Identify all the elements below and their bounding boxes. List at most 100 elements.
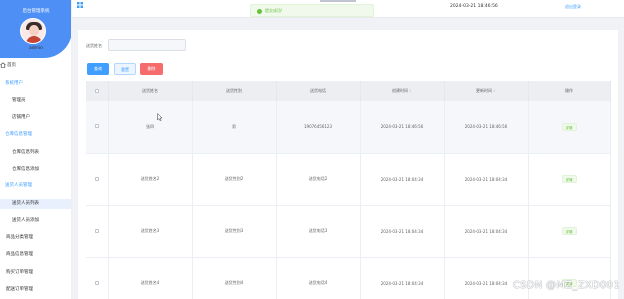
sidebar-item-label: 送货人员管理 bbox=[5, 183, 32, 188]
header-created-label: 创建时间 bbox=[392, 88, 409, 93]
sidebar-item-10[interactable]: 商品分类管理 bbox=[0, 233, 71, 243]
sidebar-item-label: 管理员 bbox=[12, 98, 26, 103]
cell-gender: 男 bbox=[192, 101, 277, 154]
sidebar-item-label: 首页 bbox=[7, 63, 16, 68]
cell-name: 送货姓名3 bbox=[108, 205, 193, 258]
table-body: 张四男 19076456123 2024-03-21 18:46:56 2024-03… bbox=[86, 101, 611, 299]
select-all-cell[interactable] bbox=[86, 81, 109, 101]
table-row[interactable]: 送货姓名2 送货性别2 送货电话2 2024-03-21 18:04:34 2024-0… bbox=[86, 153, 611, 206]
cell-phone: 送货电话2 bbox=[276, 153, 361, 206]
reset-button[interactable]: 重置 bbox=[114, 63, 136, 75]
sort-icon[interactable]: ⇕ bbox=[493, 89, 496, 93]
sidebar-item-11[interactable]: 商品信息管理 bbox=[0, 250, 71, 260]
row-select-cell[interactable] bbox=[86, 205, 109, 258]
sort-icon[interactable]: ⇕ bbox=[409, 89, 412, 93]
mouse-cursor-icon bbox=[157, 113, 163, 121]
cell-created: 2024-03-21 18:04:34 bbox=[360, 257, 445, 299]
detail-button[interactable]: 详情 bbox=[561, 227, 577, 235]
delivery-staff-table: 送货姓名 送货性别 送货电话 创建时间⇕ 更新时间⇕ 操作 张四男 1907645… bbox=[86, 81, 611, 299]
sidebar-item-0[interactable]: 首页 bbox=[0, 61, 71, 71]
sidebar: 后台管理系统 admin 首页系统用户管理员店铺用户仓库信息管理仓库信息列表 仓库… bbox=[0, 0, 72, 299]
sidebar-item-3[interactable]: 店铺用户 bbox=[0, 113, 71, 123]
home-icon bbox=[0, 61, 6, 68]
sidebar-item-label: 系统用户 bbox=[5, 81, 23, 86]
header-created[interactable]: 创建时间⇕ bbox=[360, 81, 445, 101]
cell-action: 详情 bbox=[528, 257, 611, 299]
cell-updated: 2024-03-21 18:04:34 bbox=[444, 153, 529, 206]
search-button[interactable]: 查询 bbox=[87, 63, 109, 75]
cell-name: 送货姓名2 bbox=[108, 153, 193, 206]
cell-action: 详情 bbox=[528, 101, 611, 154]
row-select-cell[interactable] bbox=[86, 153, 109, 206]
sidebar-item-9[interactable]: 送货人员添加 bbox=[0, 216, 71, 226]
success-toast: 提交成功! bbox=[250, 4, 374, 17]
cell-phone: 19076456123 bbox=[276, 101, 361, 154]
header-updated-label: 更新时间 bbox=[476, 88, 493, 93]
app-title: 后台管理系统 bbox=[22, 9, 50, 14]
sidebar-item-label: 商品信息管理 bbox=[6, 252, 33, 257]
header-name: 送货姓名 bbox=[108, 81, 193, 101]
cell-gender: 送货性别4 bbox=[192, 257, 277, 299]
watermark: CSDN @MZ_ZXD001 bbox=[512, 280, 620, 291]
current-datetime: 2024-03-21 18:46:56 bbox=[450, 4, 498, 9]
sidebar-item-7[interactable]: 送货人员管理 bbox=[0, 181, 71, 191]
cell-created: 2024-03-21 18:46:56 bbox=[360, 101, 445, 154]
cell-action: 详情 bbox=[528, 153, 611, 206]
select-all-checkbox[interactable] bbox=[94, 88, 99, 93]
logout-link[interactable]: 退出登录 bbox=[565, 4, 581, 10]
avatar[interactable] bbox=[20, 18, 46, 44]
sidebar-item-label: 商品分类管理 bbox=[6, 235, 33, 240]
cell-updated: 2024-03-21 18:04:34 bbox=[444, 257, 529, 299]
table-row[interactable]: 张四男 19076456123 2024-03-21 18:46:56 2024-03… bbox=[86, 101, 611, 154]
sidebar-item-label: 配送订单管理 bbox=[6, 287, 33, 292]
sidebar-item-6[interactable]: 仓库信息添加 bbox=[0, 165, 71, 175]
row-checkbox[interactable] bbox=[94, 176, 99, 181]
sidebar-item-label: 仓库信息管理 bbox=[5, 132, 32, 137]
row-checkbox[interactable] bbox=[94, 280, 99, 285]
row-checkbox[interactable] bbox=[94, 124, 99, 129]
detail-button[interactable]: 详情 bbox=[561, 122, 577, 131]
cell-phone: 送货电话3 bbox=[276, 205, 361, 258]
sidebar-item-8[interactable]: 送货人员列表 bbox=[0, 199, 71, 209]
header-phone: 送货电话 bbox=[276, 81, 361, 101]
detail-button[interactable]: 详情 bbox=[561, 175, 577, 183]
table-header-row: 送货姓名 送货性别 送货电话 创建时间⇕ 更新时间⇕ 操作 bbox=[86, 81, 611, 101]
sidebar-item-4[interactable]: 仓库信息管理 bbox=[0, 130, 71, 140]
sidebar-item-2[interactable]: 管理员 bbox=[0, 96, 71, 106]
cell-gender: 送货性别2 bbox=[192, 153, 277, 206]
table-row[interactable]: 送货姓名4 送货性别4 送货电话4 2024-03-21 18:04:34 2024-0… bbox=[86, 257, 611, 299]
delete-button[interactable]: 删除 bbox=[140, 63, 163, 75]
header-updated[interactable]: 更新时间⇕ bbox=[444, 81, 529, 101]
cell-created: 2024-03-21 18:04:34 bbox=[360, 205, 445, 258]
cell-gender: 送货性别3 bbox=[192, 205, 277, 258]
name-search-input[interactable] bbox=[108, 39, 186, 51]
table-row[interactable]: 送货姓名3 送货性别3 送货电话3 2024-03-21 18:04:34 2024-0… bbox=[86, 205, 611, 258]
cell-name: 张四 bbox=[108, 101, 193, 154]
toast-message: 提交成功! bbox=[265, 8, 283, 13]
header-action: 操作 bbox=[528, 81, 611, 101]
sidebar-item-label: 仓库信息添加 bbox=[12, 167, 39, 172]
cut-off-header-text bbox=[320, 0, 356, 2]
cell-phone: 送货电话4 bbox=[276, 257, 361, 299]
header-gender: 送货性别 bbox=[192, 81, 277, 101]
row-checkbox[interactable] bbox=[94, 228, 99, 233]
cell-updated: 2024-03-21 18:46:56 bbox=[444, 101, 529, 154]
sidebar-item-label: 送货人员列表 bbox=[12, 201, 39, 206]
filter-label: 送货姓名 bbox=[86, 43, 102, 48]
sidebar-item-1[interactable]: 系统用户 bbox=[0, 79, 71, 89]
sidebar-item-label: 购买订单管理 bbox=[6, 270, 33, 275]
row-select-cell[interactable] bbox=[86, 257, 109, 299]
grid-menu-icon[interactable] bbox=[77, 2, 83, 8]
sidebar-item-label: 送货人员添加 bbox=[12, 218, 39, 223]
sidebar-item-label: 仓库信息列表 bbox=[12, 150, 39, 155]
sidebar-item-5[interactable]: 仓库信息列表 bbox=[0, 148, 71, 158]
cell-action: 详情 bbox=[528, 205, 611, 258]
sidebar-item-label: 店铺用户 bbox=[12, 115, 30, 120]
cell-created: 2024-03-21 18:04:34 bbox=[360, 153, 445, 206]
success-check-icon bbox=[257, 8, 262, 14]
sidebar-item-12[interactable]: 购买订单管理 bbox=[0, 268, 71, 278]
sidebar-item-13[interactable]: 配送订单管理 bbox=[0, 285, 71, 295]
admin-name: admin bbox=[28, 46, 44, 51]
row-select-cell[interactable] bbox=[86, 101, 109, 154]
main-card: 送货姓名 查询 重置 删除 送货姓名 送货性别 送货电话 创建时间⇕ 更新时间⇕… bbox=[78, 30, 618, 299]
